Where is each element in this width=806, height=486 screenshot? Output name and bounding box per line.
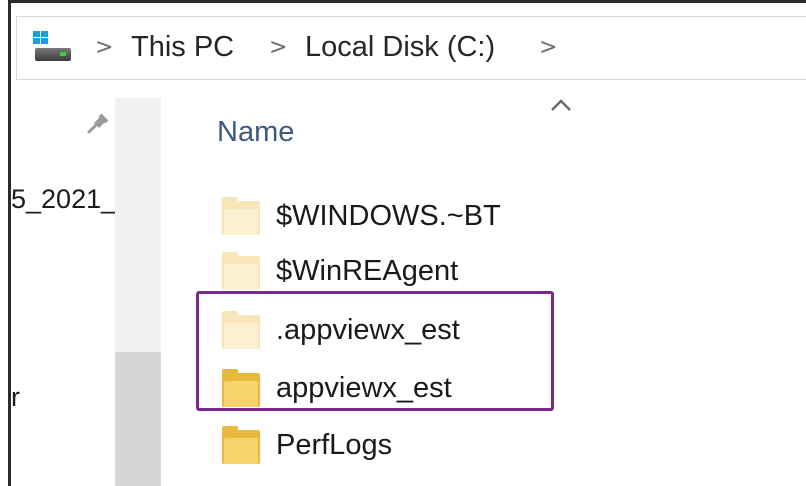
list-item[interactable]: $WINDOWS.~BT bbox=[222, 191, 501, 241]
pin-icon[interactable] bbox=[85, 110, 111, 136]
list-item[interactable]: $WinREAgent bbox=[222, 246, 458, 296]
breadcrumb-local-disk[interactable]: Local Disk (C:) bbox=[305, 31, 495, 64]
file-name: PerfLogs bbox=[276, 428, 393, 461]
nav-item-label[interactable]: 5_2021_ bbox=[11, 184, 116, 215]
chevron-up-icon bbox=[551, 99, 571, 111]
breadcrumb-separator-icon[interactable]: > bbox=[95, 35, 113, 60]
file-name: $WINDOWS.~BT bbox=[276, 199, 501, 232]
breadcrumb-separator-icon[interactable]: > bbox=[539, 35, 557, 60]
folder-icon bbox=[222, 197, 260, 235]
highlight-box bbox=[196, 291, 554, 411]
nav-item-label[interactable]: r bbox=[11, 382, 20, 413]
column-header-name[interactable]: Name bbox=[217, 116, 294, 149]
file-name: $WinREAgent bbox=[276, 254, 459, 287]
folder-icon bbox=[222, 252, 260, 290]
breadcrumb-this-pc[interactable]: This PC bbox=[131, 31, 234, 64]
nav-scrollbar-thumb[interactable] bbox=[115, 352, 161, 486]
drive-icon bbox=[31, 31, 73, 65]
folder-icon bbox=[222, 426, 260, 464]
address-bar[interactable]: > This PC > Local Disk (C:) > bbox=[16, 16, 806, 80]
breadcrumb-separator-icon[interactable]: > bbox=[269, 35, 287, 60]
list-item[interactable]: PerfLogs bbox=[222, 420, 392, 470]
